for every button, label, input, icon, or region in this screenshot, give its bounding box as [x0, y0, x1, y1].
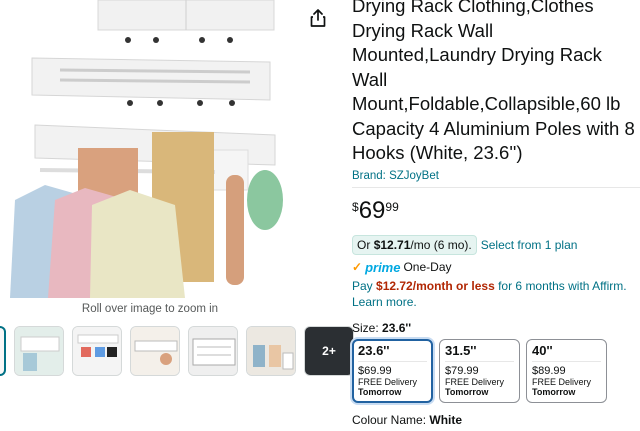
color-label-text: Colour Name: — [352, 412, 427, 427]
monthly-term: /mo (6 mo). — [410, 237, 472, 252]
size-option-size: 23.6'' — [358, 343, 427, 362]
size-option-day: Tomorrow — [445, 386, 489, 397]
prime-row: ✓ prime One-Day — [352, 260, 640, 275]
color-label: Colour Name: White — [352, 413, 640, 427]
or-label: Or — [357, 237, 371, 252]
size-label-text: Size: — [352, 320, 379, 335]
share-button[interactable] — [306, 6, 330, 30]
affirm-pay: Pay — [352, 278, 373, 293]
prime-delivery: One-Day — [403, 260, 452, 274]
thumbnail-4[interactable] — [130, 326, 180, 376]
more-images-button[interactable]: 2+ — [304, 326, 354, 376]
price-whole: 69 — [358, 196, 386, 224]
price-fraction: 99 — [385, 199, 399, 214]
monthly-payment-row: Or $12.71/mo (6 mo). Select from 1 plan — [352, 234, 640, 255]
price-currency: $ — [352, 199, 359, 214]
size-option-delivery: FREE Delivery — [445, 376, 505, 387]
brand-link[interactable]: Brand: SZJoyBet — [352, 170, 640, 182]
price: $ 69 99 — [352, 196, 640, 226]
size-label: Size: 23.6'' — [352, 321, 640, 335]
color-value: White — [429, 412, 463, 427]
affirm-offer: Pay $12.72/month or less for 6 months wi… — [352, 278, 640, 310]
size-option-40[interactable]: 40'' $89.99 FREE Delivery Tomorrow — [526, 338, 607, 403]
thumbnail-3[interactable] — [72, 326, 122, 376]
product-info: Drying Rack Clothing,Clothes Drying Rack… — [352, 0, 640, 427]
size-option-23-6[interactable]: 23.6'' $69.99 FREE Delivery Tomorrow — [352, 338, 433, 403]
prime-logo: prime — [365, 259, 401, 275]
size-options: 23.6'' $69.99 FREE Delivery Tomorrow 31.… — [352, 338, 640, 403]
monthly-amount: $12.71 — [373, 237, 411, 252]
affirm-rest: for 6 months with Affirm. — [498, 278, 627, 293]
size-selected-value: 23.6'' — [382, 320, 412, 335]
thumbnail-strip: 2+ — [0, 326, 354, 378]
affirm-amount: $12.72/month or less — [376, 278, 495, 293]
size-option-day: Tomorrow — [358, 386, 402, 397]
size-option-delivery: FREE Delivery — [532, 376, 592, 387]
image-gallery: Roll over image to zoom in 2+ — [0, 0, 354, 431]
size-option-price: $69.99 — [358, 364, 392, 377]
divider — [352, 186, 640, 188]
size-option-size: 40'' — [532, 343, 601, 362]
product-title: Drying Rack Clothing,Clothes Drying Rack… — [352, 0, 635, 163]
learn-more-link[interactable]: Learn more. — [352, 295, 417, 309]
size-option-price: $79.99 — [445, 364, 479, 377]
thumbnail-6[interactable] — [246, 326, 296, 376]
thumbnail-2[interactable] — [14, 326, 64, 376]
select-plan-link[interactable]: Select from 1 plan — [481, 238, 578, 252]
size-option-price: $89.99 — [532, 364, 566, 377]
size-option-31-5[interactable]: 31.5'' $79.99 FREE Delivery Tomorrow — [439, 338, 520, 403]
size-option-size: 31.5'' — [445, 343, 514, 362]
size-option-delivery: FREE Delivery — [358, 376, 418, 387]
main-product-image[interactable] — [0, 0, 300, 298]
thumbnail-5[interactable] — [188, 326, 238, 376]
thumbnail-1[interactable] — [0, 326, 6, 376]
size-option-day: Tomorrow — [532, 386, 576, 397]
prime-check-icon: ✓ — [352, 260, 363, 274]
share-icon — [310, 9, 326, 27]
monthly-badge: Or $12.71/mo (6 mo). — [352, 234, 477, 255]
zoom-hint: Roll over image to zoom in — [81, 303, 219, 315]
